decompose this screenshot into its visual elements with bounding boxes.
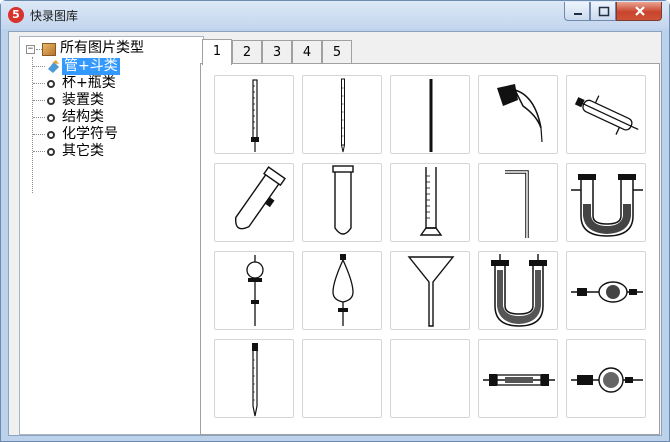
- tree-item-cups-bottles[interactable]: 杯+瓶类: [20, 75, 200, 92]
- image-cell-test-tube[interactable]: [302, 163, 382, 242]
- close-icon: [635, 6, 645, 16]
- image-cell-drying-tube-horizontal[interactable]: [478, 339, 558, 418]
- drying-tube-bulb-icon: [571, 281, 643, 303]
- tab-3[interactable]: 3: [262, 40, 292, 64]
- image-cell-u-tube-filled[interactable]: [478, 251, 558, 330]
- app-logo-icon: 5: [8, 7, 24, 23]
- tab-1[interactable]: 1: [202, 39, 232, 65]
- tree-root[interactable]: − 所有图片类型: [20, 40, 200, 57]
- image-cell-bulb-dropping-funnel[interactable]: [214, 251, 294, 330]
- image-cell-u-tube-drying[interactable]: [566, 163, 646, 242]
- tab-4[interactable]: 4: [292, 40, 322, 64]
- image-cell-empty[interactable]: [302, 339, 382, 418]
- tilted-test-tube-icon: [235, 166, 286, 230]
- image-cell-glass-rod[interactable]: [390, 75, 470, 154]
- minimize-button[interactable]: [564, 2, 590, 21]
- tree-item-label: 结构类: [62, 109, 104, 125]
- tree-item-label: 化学符号: [62, 126, 118, 142]
- title-bar[interactable]: 5 快录图库: [1, 1, 669, 29]
- tree-item-label: 其它类: [62, 143, 104, 159]
- condenser-icon: [574, 95, 639, 135]
- separatory-funnel-icon: [332, 254, 354, 326]
- image-cell-drying-tube-ball[interactable]: [566, 339, 646, 418]
- leaf-icon: [47, 80, 55, 88]
- tree-item-tubes[interactable]: 管+斗类: [20, 58, 200, 75]
- test-tube-icon: [332, 165, 354, 235]
- tab-2[interactable]: 2: [232, 40, 262, 64]
- tree-item-label: 管+斗类: [62, 58, 120, 75]
- folder-icon: [42, 43, 56, 56]
- drying-tube-horizontal-icon: [483, 374, 555, 386]
- tree-item-apparatus[interactable]: 装置类: [20, 92, 200, 109]
- image-cell-separatory-funnel[interactable]: [302, 251, 382, 330]
- tree-item-label: 杯+瓶类: [62, 75, 116, 91]
- tree-root-label: 所有图片类型: [60, 40, 144, 56]
- image-tab-panel: 1 2 3 4 5: [200, 36, 660, 435]
- category-tree[interactable]: − 所有图片类型 管+斗类 杯+瓶类 装置类 结构类 化学符号 其它类: [19, 36, 204, 435]
- glass-rod-icon: [429, 79, 433, 152]
- tree-item-chem-symbols[interactable]: 化学符号: [20, 126, 200, 143]
- image-cell-burette[interactable]: [214, 75, 294, 154]
- burette-icon: [251, 79, 259, 152]
- curved-tube-icon: [497, 84, 543, 143]
- drying-tube-ball-icon: [571, 367, 643, 393]
- funnel-icon: [407, 256, 455, 327]
- bent-tube-icon: [505, 170, 529, 238]
- tab-5[interactable]: 5: [322, 40, 352, 64]
- bulb-dropping-funnel-icon: [246, 255, 264, 326]
- u-tube-filled-icon: [491, 254, 547, 327]
- long-pipette-icon: [252, 343, 258, 417]
- maximize-button[interactable]: [590, 2, 616, 21]
- collapse-icon[interactable]: −: [26, 45, 35, 54]
- window-title: 快录图库: [30, 9, 79, 23]
- leaf-icon: [47, 114, 55, 122]
- app-window: 5 快录图库 − 所有图片类型 管+斗类 杯+瓶类 装置类 结构类 化学符号 其…: [0, 0, 670, 442]
- image-cell-curved-tube[interactable]: [478, 75, 558, 154]
- client-area: − 所有图片类型 管+斗类 杯+瓶类 装置类 结构类 化学符号 其它类 1 2 …: [8, 31, 662, 436]
- tree-item-label: 装置类: [62, 92, 104, 108]
- category-icon: [48, 60, 59, 73]
- image-cell-long-pipette[interactable]: [214, 339, 294, 418]
- graduated-cylinder-icon: [419, 167, 443, 236]
- image-grid: [200, 63, 660, 435]
- leaf-icon: [47, 131, 55, 139]
- image-cell-empty[interactable]: [390, 339, 470, 418]
- image-cell-pipette[interactable]: [302, 75, 382, 154]
- u-tube-drying-icon: [571, 174, 643, 237]
- image-cell-bent-tube[interactable]: [478, 163, 558, 242]
- leaf-icon: [47, 97, 55, 105]
- image-cell-tilted-test-tube[interactable]: [214, 163, 294, 242]
- maximize-icon: [598, 6, 610, 17]
- image-cell-condenser[interactable]: [566, 75, 646, 154]
- image-cell-drying-tube-bulb[interactable]: [566, 251, 646, 330]
- tree-item-structures[interactable]: 结构类: [20, 109, 200, 126]
- image-cell-funnel[interactable]: [390, 251, 470, 330]
- pipette-icon: [341, 78, 345, 153]
- image-cell-graduated-cylinder[interactable]: [390, 163, 470, 242]
- close-button[interactable]: [616, 2, 662, 21]
- leaf-icon: [47, 148, 55, 156]
- minimize-icon: [574, 13, 582, 15]
- tree-item-others[interactable]: 其它类: [20, 143, 200, 160]
